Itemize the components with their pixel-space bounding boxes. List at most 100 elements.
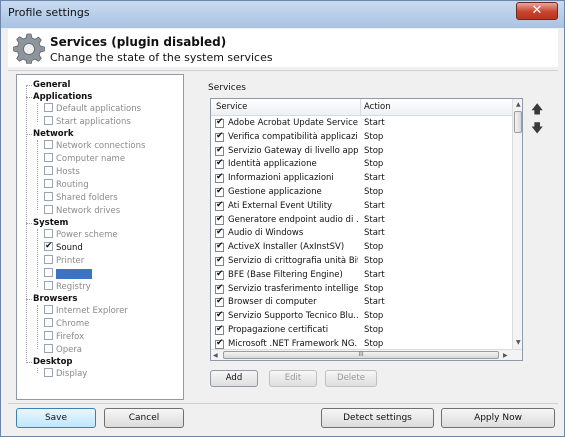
service-action[interactable]: Stop xyxy=(364,146,383,156)
checkbox[interactable] xyxy=(44,153,53,162)
checkbox[interactable] xyxy=(44,116,53,125)
checkbox[interactable] xyxy=(44,344,53,353)
service-action[interactable]: Stop xyxy=(364,339,383,349)
service-action[interactable]: Stop xyxy=(364,284,383,294)
row-checkbox[interactable] xyxy=(215,158,224,170)
move-down-icon[interactable]: 🡇 xyxy=(531,122,543,134)
checkbox[interactable] xyxy=(44,140,53,149)
tree-item-general[interactable]: General xyxy=(33,79,70,91)
checkbox[interactable] xyxy=(44,368,53,377)
table-row[interactable]: BFE (Base Filtering Engine) Start xyxy=(211,269,512,282)
table-row[interactable]: Servizio Gateway di livello appl... Stop xyxy=(211,145,512,158)
checkbox[interactable] xyxy=(44,205,53,214)
tree-item-shared-folders[interactable]: Shared folders xyxy=(44,192,118,204)
service-action[interactable]: Stop xyxy=(364,311,383,321)
tree-item-chrome[interactable]: Chrome xyxy=(44,318,89,330)
table-row[interactable]: Identità applicazione Stop xyxy=(211,158,512,171)
cancel-button[interactable]: Cancel xyxy=(104,408,184,428)
tree-item-internet-explorer[interactable]: Internet Explorer xyxy=(44,305,128,317)
column-header-action[interactable]: Action xyxy=(364,102,391,112)
checkbox[interactable] xyxy=(44,318,53,327)
table-row[interactable]: Audio di Windows Start xyxy=(211,227,512,240)
service-action[interactable]: Start xyxy=(364,118,385,128)
table-row[interactable]: Verifica compatibilità applicazi... Stop xyxy=(211,131,512,144)
row-checkbox[interactable] xyxy=(215,186,224,197)
service-action[interactable]: Stop xyxy=(364,132,383,142)
table-row[interactable]: Servizio Supporto Tecnico Blu... Stop xyxy=(211,310,512,323)
detect-settings-button[interactable]: Detect settings xyxy=(321,408,434,428)
tree-item-routing[interactable]: Routing xyxy=(44,179,89,191)
apply-now-button[interactable]: Apply Now xyxy=(441,408,555,428)
checkbox[interactable] xyxy=(44,255,53,264)
checkbox[interactable] xyxy=(44,192,53,201)
row-checkbox[interactable] xyxy=(215,269,224,280)
row-checkbox[interactable] xyxy=(215,131,224,142)
tree-item-sound[interactable]: Sound xyxy=(44,240,83,254)
tree-item-display[interactable]: Display xyxy=(44,368,87,380)
close-button[interactable]: ✕ xyxy=(516,2,558,20)
tree-item-firefox[interactable]: Firefox xyxy=(44,331,84,343)
tree-item-hosts[interactable]: Hosts xyxy=(44,166,80,178)
tree-item-printer[interactable]: Printer xyxy=(44,255,84,267)
table-row[interactable]: Servizio di crittografia unità Bit... Sto… xyxy=(211,255,512,268)
horizontal-scrollbar[interactable]: ◀ III ▶ xyxy=(211,349,522,360)
table-row[interactable]: Propagazione certificati Stop xyxy=(211,324,512,337)
table-row[interactable]: ActiveX Installer (AxInstSV) Stop xyxy=(211,241,512,254)
table-row[interactable]: Generatore endpoint audio di ... Start xyxy=(211,214,512,227)
row-checkbox[interactable] xyxy=(215,241,224,253)
tree-item-network-connections[interactable]: Network connections xyxy=(44,140,145,152)
row-checkbox[interactable] xyxy=(215,310,224,322)
scroll-left-icon[interactable]: ◀ xyxy=(213,352,218,359)
row-checkbox[interactable] xyxy=(215,296,224,308)
row-checkbox[interactable] xyxy=(215,214,224,225)
tree-item-default-applications[interactable]: Default applications xyxy=(44,103,141,115)
service-action[interactable]: Stop xyxy=(364,256,383,266)
services-table[interactable]: Service Action Adobe Acrobat Update Serv… xyxy=(210,98,523,361)
vertical-scroll-thumb[interactable] xyxy=(514,111,522,133)
add-button[interactable]: Add xyxy=(210,370,258,387)
table-row[interactable]: Adobe Acrobat Update Service Start xyxy=(211,117,512,130)
tree-item-browsers[interactable]: Browsers xyxy=(33,293,77,305)
tree-item-registry[interactable]: Registry xyxy=(44,281,91,293)
service-action[interactable]: Stop xyxy=(364,187,383,197)
checkbox[interactable] xyxy=(44,331,53,340)
checkbox[interactable] xyxy=(44,268,53,277)
scroll-right-icon[interactable]: ▶ xyxy=(503,352,508,359)
tree-item-applications[interactable]: Applications xyxy=(33,91,92,103)
horizontal-scroll-thumb[interactable]: III xyxy=(223,351,499,359)
checkbox[interactable] xyxy=(44,166,53,175)
service-action[interactable]: Start xyxy=(364,215,385,225)
checkbox[interactable] xyxy=(44,305,53,314)
tree-item-network[interactable]: Network xyxy=(33,128,73,140)
table-row[interactable]: Servizio trasferimento intellige... Stop xyxy=(211,283,512,296)
tree-item-services[interactable]: Services xyxy=(44,268,92,280)
table-row[interactable]: Browser di computer Start xyxy=(211,296,512,309)
tree-item-power-scheme[interactable]: Power scheme xyxy=(44,229,118,241)
row-checkbox[interactable] xyxy=(215,200,224,211)
edit-button[interactable]: Edit xyxy=(269,370,317,387)
checkbox[interactable] xyxy=(44,179,53,188)
tree-item-start-applications[interactable]: Start applications xyxy=(44,116,131,128)
tree-item-system[interactable]: System xyxy=(33,217,68,229)
settings-tree[interactable]: General Applications Default application… xyxy=(16,74,184,400)
column-header-service[interactable]: Service xyxy=(216,102,247,112)
tree-item-desktop[interactable]: Desktop xyxy=(33,356,73,368)
scroll-up-icon[interactable]: ▲ xyxy=(516,101,521,108)
row-checkbox[interactable] xyxy=(215,338,224,349)
row-checkbox[interactable] xyxy=(215,324,224,335)
checkbox-checked[interactable] xyxy=(44,240,53,252)
row-checkbox[interactable] xyxy=(215,145,224,156)
service-action[interactable]: Start xyxy=(364,228,385,238)
service-action[interactable]: Start xyxy=(364,270,385,280)
service-action[interactable]: Stop xyxy=(364,325,383,335)
tree-item-computer-name[interactable]: Computer name xyxy=(44,153,125,165)
tree-item-opera[interactable]: Opera xyxy=(44,344,82,356)
checkbox[interactable] xyxy=(44,229,53,238)
table-row[interactable]: Gestione applicazione Stop xyxy=(211,186,512,199)
scroll-down-icon[interactable]: ▼ xyxy=(516,339,521,346)
service-action[interactable]: Stop xyxy=(364,242,383,252)
service-action[interactable]: Stop xyxy=(364,159,383,169)
move-up-icon[interactable]: 🡅 xyxy=(531,103,543,115)
save-button[interactable]: Save xyxy=(16,408,96,428)
service-action[interactable]: Start xyxy=(364,297,385,307)
